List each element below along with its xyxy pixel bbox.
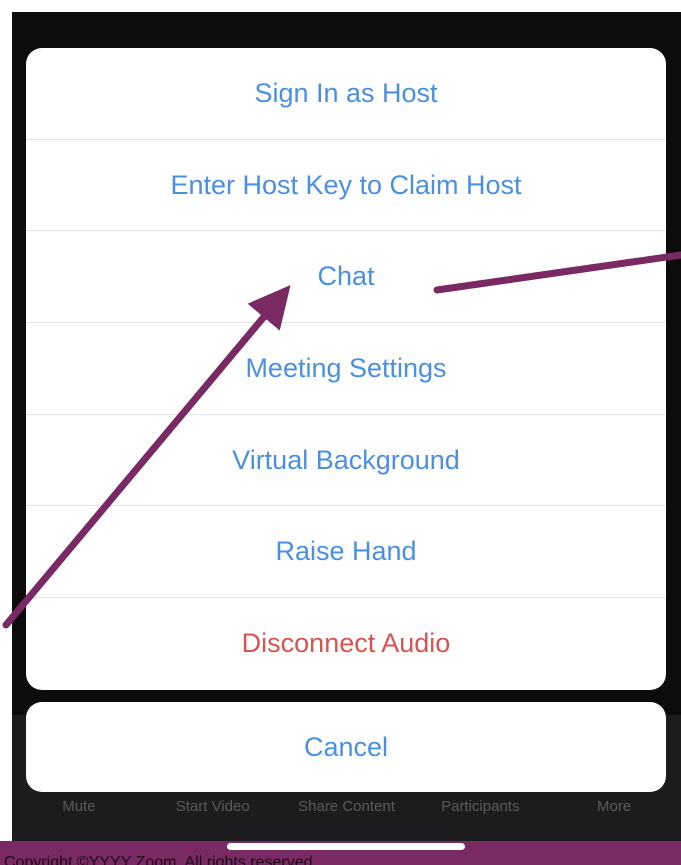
home-indicator (227, 843, 465, 850)
toolbar-more[interactable]: More (547, 798, 681, 815)
raise-hand-button[interactable]: Raise Hand (26, 506, 666, 599)
toolbar-share-content[interactable]: Share Content (280, 798, 414, 815)
meeting-settings-button[interactable]: Meeting Settings (26, 323, 666, 415)
toolbar-participants[interactable]: Participants (413, 798, 547, 815)
enter-host-key-button[interactable]: Enter Host Key to Claim Host (26, 140, 666, 232)
disconnect-audio-button[interactable]: Disconnect Audio (26, 598, 666, 690)
cancel-button[interactable]: Cancel (26, 702, 666, 792)
action-sheet: Sign In as Host Enter Host Key to Claim … (26, 48, 666, 690)
chat-button[interactable]: Chat (26, 231, 666, 324)
meeting-toolbar: Mute Start Video Share Content Participa… (12, 788, 681, 824)
virtual-background-button[interactable]: Virtual Background (26, 415, 666, 507)
toolbar-start-video[interactable]: Start Video (146, 798, 280, 815)
toolbar-mute[interactable]: Mute (12, 798, 146, 815)
sign-in-as-host-button[interactable]: Sign In as Host (26, 48, 666, 140)
copyright-text: Copyright ©YYYY Zoom. All rights reserve… (4, 854, 313, 865)
